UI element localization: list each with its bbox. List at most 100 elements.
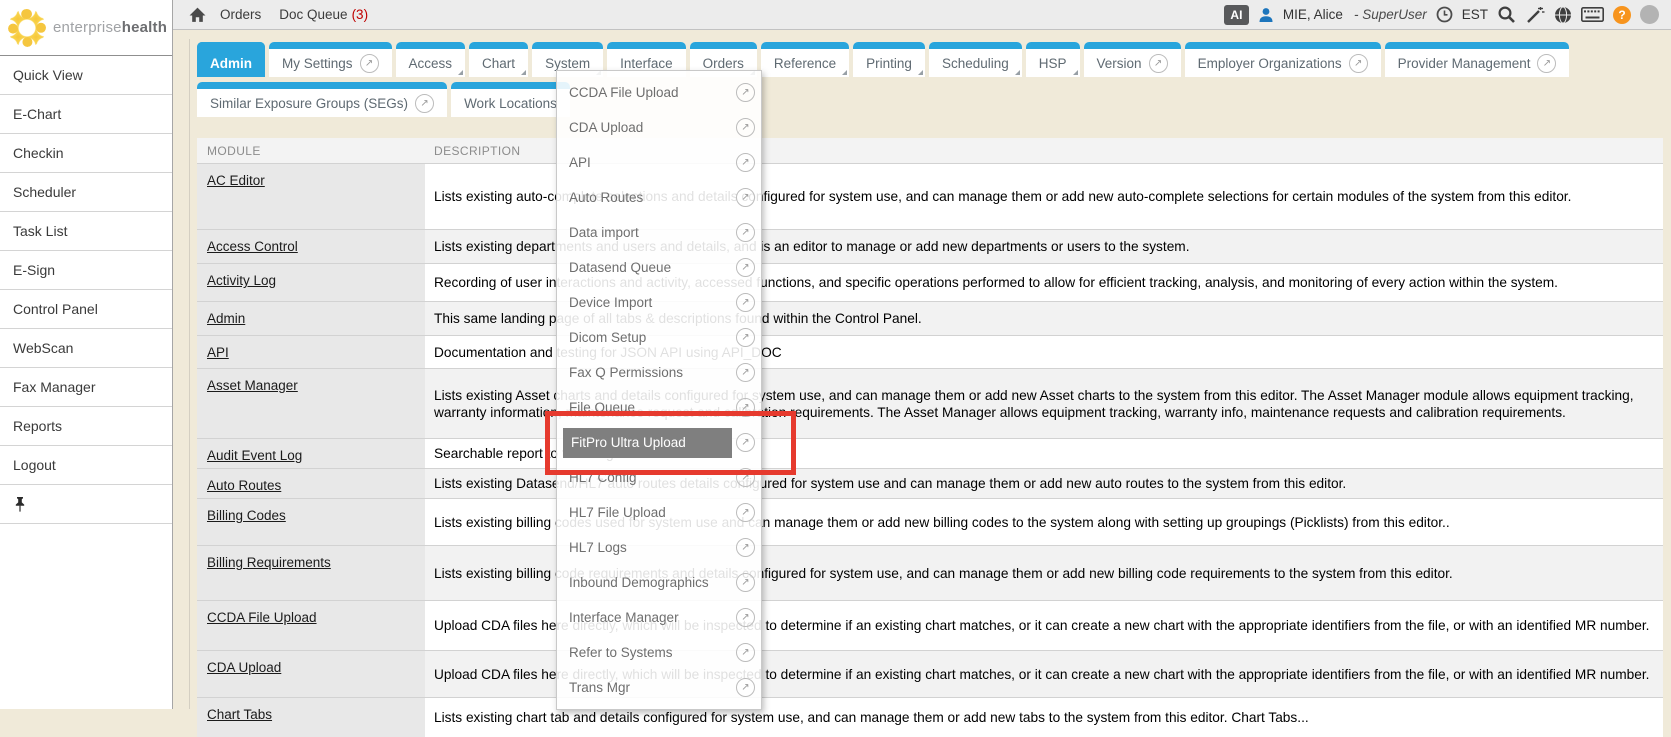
home-icon[interactable] (189, 7, 206, 23)
popout-icon[interactable]: ↗ (736, 398, 755, 417)
popout-icon[interactable]: ↗ (736, 538, 755, 557)
sidebar-item[interactable]: E-Sign (0, 251, 172, 290)
module-link[interactable]: Admin (207, 311, 245, 326)
search-icon[interactable] (1497, 5, 1516, 24)
menu-item[interactable]: Dicom Setup ↗ (557, 320, 761, 355)
user-name[interactable]: MIE, Alice (1283, 7, 1343, 22)
module-link[interactable]: Auto Routes (207, 478, 281, 493)
menu-item[interactable]: Fax Q Permissions ↗ (557, 355, 761, 390)
popout-icon[interactable]: ↗ (736, 468, 755, 487)
sidebar-item[interactable]: WebScan (0, 329, 172, 368)
menu-item[interactable]: Datasend Queue ↗ (557, 250, 761, 285)
tab[interactable]: Chart ↗ (469, 42, 528, 77)
tab[interactable]: Scheduling ↗ (929, 42, 1022, 77)
sidebar-item[interactable]: Reports (0, 407, 172, 446)
timezone-label[interactable]: EST (1462, 7, 1488, 22)
tab[interactable]: Reference ↗ (761, 42, 849, 77)
popout-icon[interactable]: ↗ (736, 258, 755, 277)
module-link[interactable]: Access Control (207, 239, 298, 254)
popout-icon[interactable]: ↗ (736, 153, 755, 172)
sidebar-item[interactable]: Fax Manager (0, 368, 172, 407)
menu-item[interactable]: Data import ↗ (557, 215, 761, 250)
tab[interactable]: Provider Management ↗ (1385, 42, 1570, 77)
menu-item[interactable]: API ↗ (557, 145, 761, 180)
popout-icon[interactable]: ↗ (360, 54, 379, 73)
popout-icon[interactable]: ↗ (736, 223, 755, 242)
module-link[interactable]: CDA Upload (207, 660, 281, 675)
sidebar-item[interactable]: Quick View (0, 56, 172, 95)
avatar-circle[interactable] (1640, 5, 1659, 24)
popout-icon[interactable]: ↗ (415, 94, 434, 113)
pin-icon[interactable] (13, 496, 27, 513)
tab[interactable]: Work Locations ↗ (451, 82, 570, 117)
menu-item[interactable]: Device Import ↗ (557, 285, 761, 320)
popout-icon[interactable]: ↗ (736, 328, 755, 347)
help-icon[interactable]: ? (1613, 6, 1631, 24)
menu-item[interactable]: HL7 File Upload ↗ (557, 495, 761, 530)
popout-icon[interactable]: ↗ (736, 118, 755, 137)
sidebar-item[interactable]: Task List (0, 212, 172, 251)
module-link[interactable]: AC Editor (207, 173, 265, 188)
module-link[interactable]: Chart Tabs (207, 707, 272, 722)
menu-item[interactable]: FitPro Ultra Upload ↗ (557, 425, 761, 460)
wand-icon[interactable] (1525, 6, 1545, 24)
menu-item[interactable]: Interface Manager ↗ (557, 600, 761, 635)
menu-item[interactable]: Auto Routes ↗ (557, 180, 761, 215)
sidebar-item[interactable]: E-Chart (0, 95, 172, 134)
popout-icon[interactable]: ↗ (736, 643, 755, 662)
popout-icon[interactable]: ↗ (736, 83, 755, 102)
popout-icon[interactable]: ↗ (1537, 54, 1556, 73)
popout-icon[interactable]: ↗ (1149, 54, 1168, 73)
menu-item-label: Refer to Systems (569, 645, 732, 660)
tab[interactable]: HSP ↗ (1026, 42, 1080, 77)
nav-doc-queue[interactable]: Doc Queue(3) (279, 7, 368, 22)
table-row: AC Editor Lists existing auto-complete s… (197, 163, 1663, 229)
tab[interactable]: Access ↗ (396, 42, 466, 77)
tab-label: Orders (703, 56, 744, 71)
module-link[interactable]: API (207, 345, 229, 360)
popout-icon[interactable]: ↗ (736, 293, 755, 312)
tab-label: Provider Management (1398, 56, 1531, 71)
globe-icon[interactable] (1554, 6, 1572, 24)
menu-item-label: Dicom Setup (569, 330, 732, 345)
menu-item-label: Interface Manager (569, 610, 732, 625)
tab[interactable]: My Settings ↗ (269, 42, 392, 77)
sidebar-item-label: Logout (13, 457, 56, 473)
popout-icon[interactable]: ↗ (736, 573, 755, 592)
tab[interactable]: Version ↗ (1084, 42, 1181, 77)
menu-item[interactable]: CDA Upload ↗ (557, 110, 761, 145)
popout-icon[interactable]: ↗ (1349, 54, 1368, 73)
module-link[interactable]: Audit Event Log (207, 448, 302, 463)
sidebar-item[interactable]: Control Panel (0, 290, 172, 329)
menu-item[interactable]: HL7 Logs ↗ (557, 530, 761, 565)
tab[interactable]: Admin ↗ (197, 42, 265, 77)
tab[interactable]: Printing ↗ (853, 42, 925, 77)
sidebar-item[interactable]: Checkin (0, 134, 172, 173)
module-link[interactable]: Activity Log (207, 273, 276, 288)
tab[interactable]: Employer Organizations ↗ (1185, 42, 1381, 77)
menu-item[interactable]: CCDA File Upload ↗ (557, 75, 761, 110)
menu-item[interactable]: Trans Mgr ↗ (557, 670, 761, 705)
popout-icon[interactable]: ↗ (736, 188, 755, 207)
app-logo[interactable]: enterprisehealth (0, 0, 172, 56)
sidebar-item[interactable]: Scheduler (0, 173, 172, 212)
popout-icon[interactable]: ↗ (736, 363, 755, 382)
sidebar-item[interactable]: Logout (0, 446, 172, 485)
module-link[interactable]: Billing Requirements (207, 555, 331, 570)
ai-badge[interactable]: AI (1224, 5, 1249, 25)
menu-item[interactable]: File Queue ↗ (557, 390, 761, 425)
menu-item[interactable]: HL7 Config ↗ (557, 460, 761, 495)
popout-icon[interactable]: ↗ (736, 433, 755, 452)
popout-icon[interactable]: ↗ (736, 608, 755, 627)
module-link[interactable]: CCDA File Upload (207, 610, 317, 625)
menu-item[interactable]: Inbound Demographics ↗ (557, 565, 761, 600)
popout-icon[interactable]: ↗ (736, 503, 755, 522)
popout-icon[interactable]: ↗ (736, 678, 755, 697)
module-link[interactable]: Asset Manager (207, 378, 298, 393)
keyboard-icon[interactable] (1581, 7, 1604, 22)
tab[interactable]: Similar Exposure Groups (SEGs) ↗ (197, 82, 447, 117)
module-link[interactable]: Billing Codes (207, 508, 286, 523)
menu-item[interactable]: Refer to Systems ↗ (557, 635, 761, 670)
nav-orders[interactable]: Orders (220, 7, 261, 22)
clock-icon[interactable] (1436, 6, 1453, 23)
